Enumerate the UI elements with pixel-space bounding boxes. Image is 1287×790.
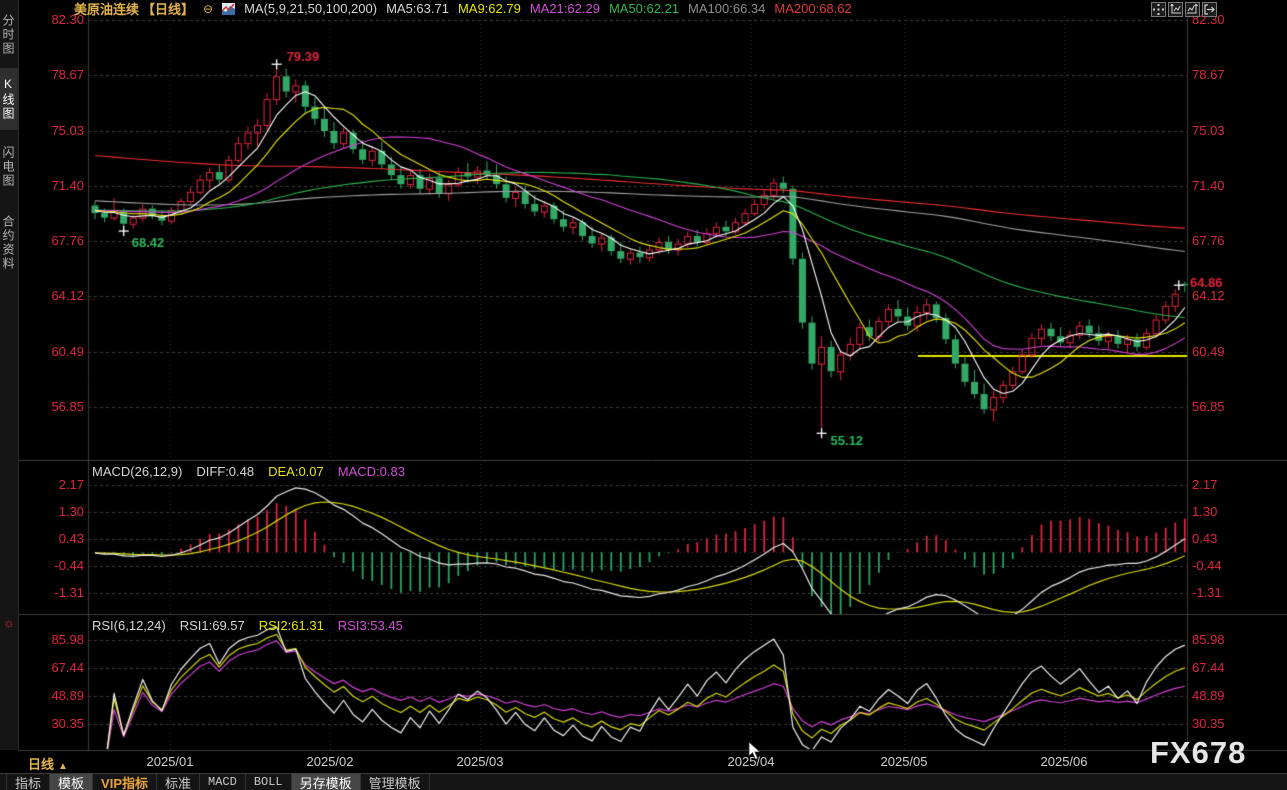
axis-scale-icon[interactable] bbox=[1168, 2, 1183, 17]
axis-scale-right-icon[interactable] bbox=[1185, 2, 1200, 17]
toolbar bbox=[1151, 2, 1217, 17]
tab-vip-indicators[interactable]: VIP指标 bbox=[93, 774, 157, 790]
bottom-tab-bar: 指标 模板 VIP指标 标准 MACD BOLL 另存模板 管理模板 bbox=[0, 773, 1287, 790]
ma50-value: MA50:62.21 bbox=[609, 1, 679, 16]
rsi-params-label: RSI(6,12,24) bbox=[92, 618, 166, 633]
axis-tick: 64.12 bbox=[24, 288, 84, 303]
ma-group-label: MA(5,9,21,50,100,200) bbox=[244, 1, 377, 16]
collapse-icon[interactable]: ⊖ bbox=[203, 2, 213, 16]
sidebar-tab-contract-info[interactable]: 合约资料 bbox=[0, 204, 18, 282]
rsi1-value: RSI1:69.57 bbox=[180, 618, 245, 633]
tab-templates[interactable]: 模板 bbox=[50, 774, 93, 790]
chevron-up-icon: ▲ bbox=[58, 761, 68, 772]
ma9-value: MA9:62.79 bbox=[458, 1, 521, 16]
x-axis-month-label: 2025/02 bbox=[290, 754, 370, 769]
axis-tick: 1.30 bbox=[24, 504, 84, 519]
indicator-settings-icon[interactable]: ☼ bbox=[3, 615, 15, 630]
tab-standard[interactable]: 标准 bbox=[157, 774, 200, 790]
tab-macd[interactable]: MACD bbox=[200, 774, 246, 790]
rsi-pane-header: RSI(6,12,24) RSI1:69.57 RSI2:61.31 RSI3:… bbox=[92, 618, 403, 633]
axis-tick: 64.12 bbox=[1192, 288, 1252, 303]
macd-dea-value: DEA:0.07 bbox=[268, 464, 324, 479]
chart-header: 美原油连续 【日线】 ⊖ MA(5,9,21,50,100,200) MA5:6… bbox=[74, 1, 852, 16]
sidebar-tab-lightning-chart[interactable]: 闪电图 bbox=[0, 138, 18, 196]
axis-tick: -0.44 bbox=[1192, 558, 1252, 573]
axis-tick: 75.03 bbox=[24, 123, 84, 138]
axis-tick: 85.98 bbox=[1192, 632, 1252, 647]
tab-boll[interactable]: BOLL bbox=[246, 774, 292, 790]
period-selector-label: 日线 bbox=[28, 757, 54, 772]
axis-tick: 78.67 bbox=[24, 67, 84, 82]
period-selector[interactable]: 日线 ▲ bbox=[28, 754, 68, 773]
axis-tick: 2.17 bbox=[1192, 477, 1252, 492]
macd-pane-header: MACD(26,12,9) DIFF:0.48 DEA:0.07 MACD:0.… bbox=[92, 464, 405, 479]
axis-tick: 1.30 bbox=[1192, 504, 1252, 519]
sidebar-tab-kline-chart[interactable]: K线图 bbox=[0, 68, 18, 130]
x-axis-month-label: 2025/01 bbox=[130, 754, 210, 769]
axis-tick: 67.44 bbox=[24, 660, 84, 675]
axis-tick: 48.89 bbox=[24, 688, 84, 703]
axis-tick: -0.44 bbox=[24, 558, 84, 573]
period-tag: 【日线】 bbox=[142, 0, 194, 18]
axis-tick: 56.85 bbox=[1192, 399, 1252, 414]
sidebar: 分时图 K线图 闪电图 合约资料 bbox=[0, 0, 19, 750]
mini-chart-icon[interactable] bbox=[222, 3, 235, 15]
axis-tick: 75.03 bbox=[1192, 123, 1252, 138]
axis-tick: 60.49 bbox=[24, 344, 84, 359]
x-axis-month-label: 2025/06 bbox=[1024, 754, 1104, 769]
tab-indicators[interactable]: 指标 bbox=[6, 774, 50, 790]
sidebar-tab-timeshare-chart[interactable]: 分时图 bbox=[0, 6, 18, 64]
axis-tick: -1.31 bbox=[1192, 585, 1252, 600]
axis-tick: 85.98 bbox=[24, 632, 84, 647]
axis-tick: 0.43 bbox=[24, 531, 84, 546]
axis-tick: 71.40 bbox=[1192, 178, 1252, 193]
ma21-value: MA21:62.29 bbox=[530, 1, 600, 16]
axis-tick: 71.40 bbox=[24, 178, 84, 193]
axis-tick: 0.43 bbox=[1192, 531, 1252, 546]
tab-save-template[interactable]: 另存模板 bbox=[292, 774, 361, 790]
chart-application: 分时图 K线图 闪电图 合约资料 美原油连续 【日线】 ⊖ MA(5,9,21,… bbox=[0, 0, 1287, 790]
ma200-value: MA200:68.62 bbox=[774, 1, 851, 16]
axis-tick: 67.76 bbox=[24, 233, 84, 248]
axis-tick: 30.35 bbox=[24, 716, 84, 731]
exit-panel-icon[interactable] bbox=[1202, 2, 1217, 17]
ma100-value: MA100:66.34 bbox=[688, 1, 765, 16]
symbol-title: 美原油连续 bbox=[74, 0, 139, 18]
macd-macd-value: MACD:0.83 bbox=[338, 464, 405, 479]
axis-tick: 67.44 bbox=[1192, 660, 1252, 675]
axis-tick: 67.76 bbox=[1192, 233, 1252, 248]
x-axis-month-label: 2025/03 bbox=[440, 754, 520, 769]
move-icon[interactable] bbox=[1151, 2, 1166, 17]
axis-tick: 78.67 bbox=[1192, 67, 1252, 82]
macd-params-label: MACD(26,12,9) bbox=[92, 464, 182, 479]
axis-tick: 60.49 bbox=[1192, 344, 1252, 359]
axis-tick: 48.89 bbox=[1192, 688, 1252, 703]
axis-tick: -1.31 bbox=[24, 585, 84, 600]
watermark: FX678 bbox=[1150, 735, 1246, 771]
axis-tick: 2.17 bbox=[24, 477, 84, 492]
rsi2-value: RSI2:61.31 bbox=[259, 618, 324, 633]
x-axis-month-label: 2025/05 bbox=[864, 754, 944, 769]
axis-tick: 30.35 bbox=[1192, 716, 1252, 731]
chart-canvas[interactable] bbox=[0, 0, 1287, 790]
tab-manage-templates[interactable]: 管理模板 bbox=[361, 774, 430, 790]
ma5-value: MA5:63.71 bbox=[386, 1, 449, 16]
macd-diff-value: DIFF:0.48 bbox=[196, 464, 254, 479]
axis-tick: 56.85 bbox=[24, 399, 84, 414]
x-axis-month-label: 2025/04 bbox=[711, 754, 791, 769]
rsi3-value: RSI3:53.45 bbox=[338, 618, 403, 633]
